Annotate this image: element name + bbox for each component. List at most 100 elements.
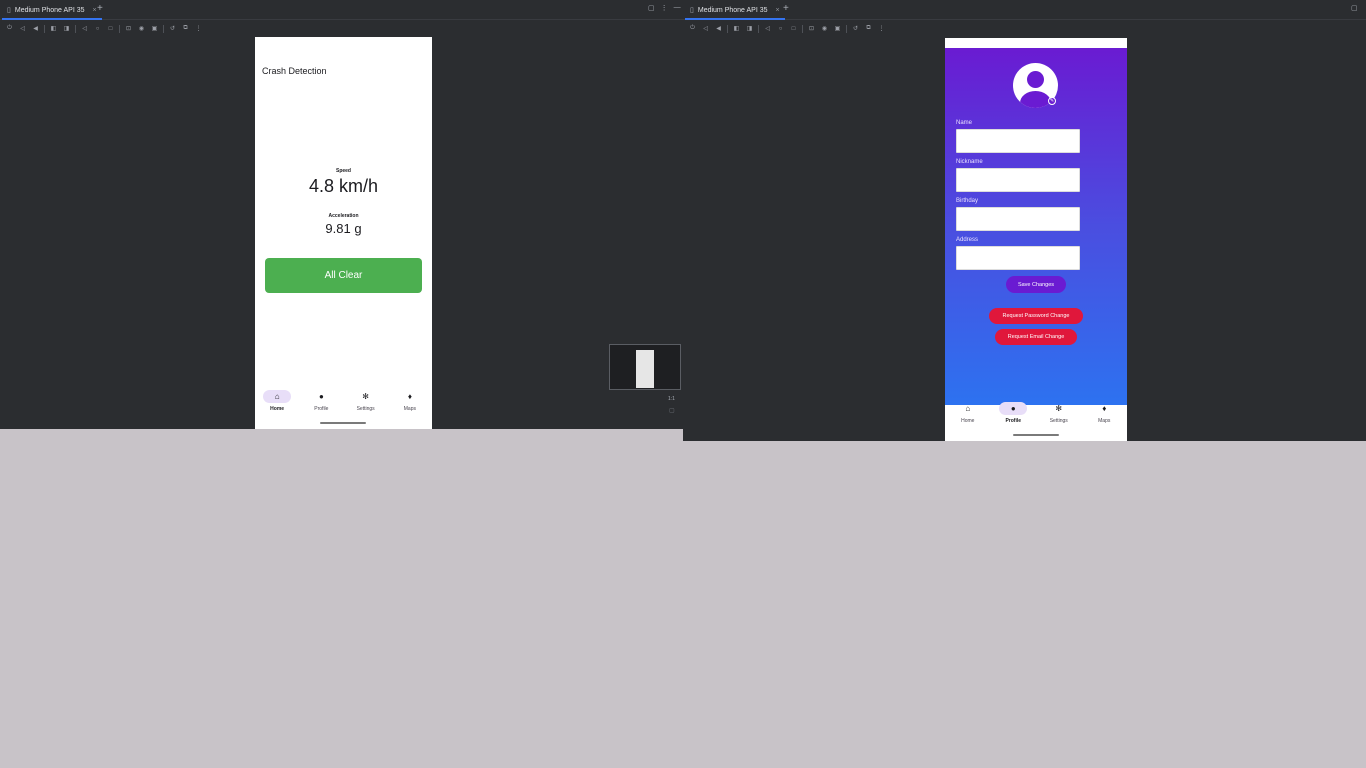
extended-controls-icon[interactable]: ⧉: [864, 25, 873, 32]
toolbar-separator: [802, 24, 803, 33]
nav-indicator: ●: [307, 390, 335, 403]
map-pin-icon: ♦: [407, 391, 412, 401]
app-title: Crash Detection: [262, 66, 327, 76]
fit-screen-icon[interactable]: ▢: [669, 407, 675, 414]
nav-maps[interactable]: ♦ Maps: [1084, 402, 1124, 424]
volume-down-icon[interactable]: ◁: [701, 25, 710, 32]
power-icon[interactable]: ⏻: [5, 25, 14, 32]
overview-icon[interactable]: □: [106, 26, 115, 32]
right-tab-bar: ▯ Medium Phone API 35 × + ▢: [683, 0, 1366, 20]
nav-indicator: ♦: [1090, 402, 1118, 415]
gear-icon: ✻: [1055, 403, 1063, 413]
request-password-change-button[interactable]: Request Password Change: [989, 308, 1083, 324]
volume-up-icon[interactable]: ◀: [31, 25, 40, 32]
right-device-tab[interactable]: ▯ Medium Phone API 35 ×: [685, 2, 785, 20]
toolbar-separator: [846, 24, 847, 33]
back-icon[interactable]: ◁: [763, 25, 772, 32]
toolbar-separator: [44, 24, 45, 33]
toolbar-more-icon[interactable]: ⋮: [877, 25, 886, 32]
fold-icon[interactable]: ⊡: [807, 25, 816, 32]
minimize-icon[interactable]: —: [674, 4, 681, 12]
fold-icon[interactable]: ⊡: [124, 25, 133, 32]
device-mirror-preview[interactable]: [609, 344, 681, 390]
nav-maps-label: Maps: [403, 406, 416, 412]
toolbar-separator: [75, 24, 76, 33]
record-icon[interactable]: ▣: [150, 25, 159, 32]
close-icon[interactable]: ×: [93, 7, 97, 14]
nav-settings-label: Settings: [356, 406, 375, 412]
nav-settings[interactable]: ✻ Settings: [346, 390, 386, 412]
right-tab-actions: ▢: [1351, 4, 1358, 12]
profile-gradient-panel: ✎ Name Nickname Birthday Address Save Ch…: [945, 48, 1127, 405]
rotate-left-icon[interactable]: ◧: [49, 25, 58, 32]
zoom-label[interactable]: 1:1: [668, 396, 675, 402]
speed-value: 4.8 km/h: [308, 176, 379, 196]
rotate-right-icon[interactable]: ◨: [62, 25, 71, 32]
profile-screen: ✎ Name Nickname Birthday Address Save Ch…: [945, 38, 1127, 441]
left-tab-title: Medium Phone API 35: [14, 6, 85, 14]
add-tab-icon[interactable]: +: [783, 3, 789, 15]
save-changes-button[interactable]: Save Changes: [1006, 276, 1066, 293]
home-icon: ⌂: [274, 391, 280, 401]
snapshot-icon[interactable]: ↺: [851, 25, 860, 32]
nav-settings[interactable]: ✻ Settings: [1039, 402, 1079, 424]
home-screen: Crash Detection Speed 4.8 km/h Accelerat…: [255, 37, 432, 429]
home-button-icon[interactable]: ○: [776, 26, 785, 32]
close-icon[interactable]: ×: [776, 7, 780, 14]
window-icon[interactable]: ▢: [648, 4, 655, 12]
toolbar-separator: [727, 24, 728, 33]
request-email-change-button[interactable]: Request Email Change: [995, 329, 1077, 345]
acceleration-value: 9.81 g: [325, 221, 362, 236]
bottom-nav: ⌂ Home ● Profile ✻ Settings ♦ Maps: [255, 384, 432, 424]
nav-profile-label: Profile: [314, 406, 329, 412]
camera-icon[interactable]: ◉: [137, 25, 146, 32]
nav-maps[interactable]: ♦ Maps: [390, 390, 430, 412]
nav-indicator: ●: [999, 402, 1028, 415]
rotate-right-icon[interactable]: ◨: [745, 25, 754, 32]
left-emulator-pane: ▯ Medium Phone API 35 × + ▢ ⋮ — ⏻ ◁ ◀ ◧ …: [0, 0, 683, 429]
window-icon[interactable]: ▢: [1351, 4, 1358, 12]
birthday-field[interactable]: [956, 207, 1080, 231]
all-clear-button[interactable]: All Clear: [265, 258, 422, 293]
camera-icon[interactable]: ◉: [820, 25, 829, 32]
nav-home[interactable]: ⌂ Home: [948, 402, 988, 424]
home-button-icon[interactable]: ○: [93, 26, 102, 32]
nickname-label: Nickname: [956, 159, 983, 165]
edit-avatar-icon[interactable]: ✎: [1048, 97, 1056, 105]
nav-profile[interactable]: ● Profile: [301, 390, 341, 412]
person-icon: ●: [318, 391, 324, 401]
power-icon[interactable]: ⏻: [688, 25, 697, 32]
gesture-bar[interactable]: [320, 422, 366, 424]
left-tab-actions: ▢ ⋮ —: [648, 4, 681, 12]
extended-controls-icon[interactable]: ⧉: [181, 25, 190, 32]
nav-profile[interactable]: ● Profile: [993, 402, 1033, 424]
nav-home-label: Home: [961, 418, 975, 424]
speed-label: Speed: [335, 168, 351, 174]
name-field[interactable]: [956, 129, 1080, 153]
avatar-body: [1020, 91, 1051, 108]
toolbar-more-icon[interactable]: ⋮: [194, 25, 203, 32]
birthday-label: Birthday: [956, 198, 979, 204]
rotate-left-icon[interactable]: ◧: [732, 25, 741, 32]
add-tab-icon[interactable]: +: [97, 3, 103, 15]
overview-icon[interactable]: □: [789, 26, 798, 32]
nickname-field[interactable]: [956, 168, 1080, 192]
nav-home[interactable]: ⌂ Home: [257, 390, 297, 412]
gesture-bar[interactable]: [1013, 434, 1059, 436]
left-device-tab[interactable]: ▯ Medium Phone API 35 ×: [2, 2, 102, 20]
right-emulator-pane: ▯ Medium Phone API 35 × + ▢ ⏻ ◁ ◀ ◧ ◨ ◁ …: [683, 0, 1366, 441]
preview-thumbnail: [636, 350, 654, 388]
toolbar-separator: [163, 24, 164, 33]
volume-up-icon[interactable]: ◀: [714, 25, 723, 32]
phone-icon: ▯: [7, 7, 11, 14]
address-field[interactable]: [956, 246, 1080, 270]
nav-indicator: ⌂: [263, 390, 292, 403]
right-emulator-toolbar: ⏻ ◁ ◀ ◧ ◨ ◁ ○ □ ⊡ ◉ ▣ ↺ ⧉ ⋮: [683, 21, 1366, 36]
volume-down-icon[interactable]: ◁: [18, 25, 27, 32]
snapshot-icon[interactable]: ↺: [168, 25, 177, 32]
back-icon[interactable]: ◁: [80, 25, 89, 32]
nav-profile-label: Profile: [1005, 418, 1022, 424]
more-icon[interactable]: ⋮: [661, 4, 668, 12]
map-pin-icon: ♦: [1102, 403, 1107, 413]
record-icon[interactable]: ▣: [833, 25, 842, 32]
